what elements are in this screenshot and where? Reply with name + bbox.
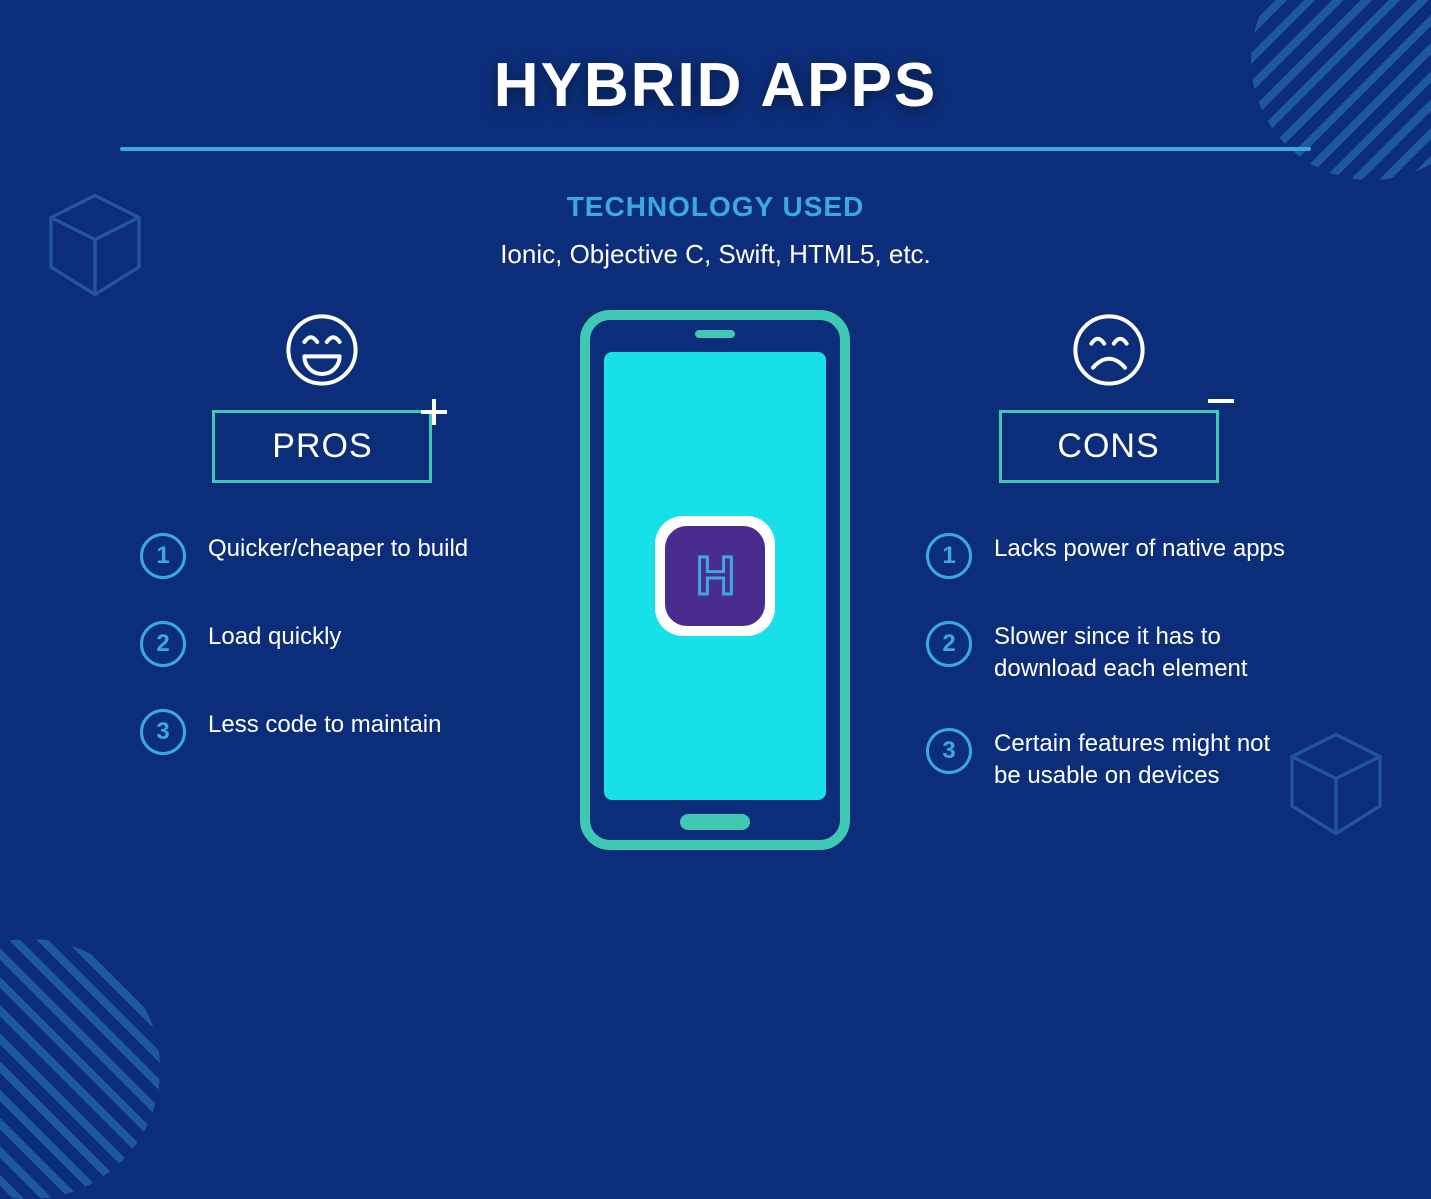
divider-line xyxy=(120,147,1311,151)
list-item: 1 Quicker/cheaper to build xyxy=(140,533,525,579)
cons-column: CONS 1 Lacks power of native apps 2 Slow… xyxy=(906,310,1311,835)
main-columns: PROS 1 Quicker/cheaper to build 2 Load q… xyxy=(0,270,1431,850)
app-icon: H xyxy=(655,516,775,636)
cons-item-text: Lacks power of native apps xyxy=(994,533,1285,565)
list-item: 3 Certain features might not be usable o… xyxy=(926,728,1311,793)
cons-item-text: Certain features might not be usable on … xyxy=(994,728,1294,793)
pros-item-text: Less code to maintain xyxy=(208,709,441,741)
pros-list: 1 Quicker/cheaper to build 2 Load quickl… xyxy=(120,533,525,755)
app-icon-inner: H xyxy=(665,526,765,626)
happy-face-icon xyxy=(282,310,362,390)
bullet-number-icon: 2 xyxy=(140,621,186,667)
list-item: 2 Slower since it has to download each e… xyxy=(926,621,1311,686)
phone-screen: H xyxy=(604,352,826,800)
phone-illustration: H xyxy=(580,310,850,850)
cube-outline-icon xyxy=(1281,729,1391,839)
list-item: 1 Lacks power of native apps xyxy=(926,533,1311,579)
bullet-number-icon: 3 xyxy=(140,709,186,755)
page-title: HYBRID APPS xyxy=(0,0,1431,121)
decoration-stripes-bottom-left xyxy=(0,939,160,1199)
decoration-stripes-top-right xyxy=(1251,0,1431,180)
pros-item-text: Quicker/cheaper to build xyxy=(208,533,468,565)
cons-label-box: CONS xyxy=(999,410,1219,483)
phone-column: H xyxy=(525,310,906,850)
sad-face-icon xyxy=(1069,310,1149,390)
app-icon-letter: H xyxy=(696,545,735,607)
phone-speaker-icon xyxy=(695,330,735,338)
pros-item-text: Load quickly xyxy=(208,621,341,653)
list-item: 2 Load quickly xyxy=(140,621,525,667)
pros-column: PROS 1 Quicker/cheaper to build 2 Load q… xyxy=(120,310,525,797)
technology-heading: TECHNOLOGY USED xyxy=(0,191,1431,223)
phone-home-button-icon xyxy=(680,814,750,830)
bullet-number-icon: 1 xyxy=(926,533,972,579)
cons-item-text: Slower since it has to download each ele… xyxy=(994,621,1294,686)
bullet-number-icon: 3 xyxy=(926,728,972,774)
pros-label-box: PROS xyxy=(212,410,432,483)
cube-outline-icon xyxy=(40,190,150,300)
bullet-number-icon: 2 xyxy=(926,621,972,667)
bullet-number-icon: 1 xyxy=(140,533,186,579)
list-item: 3 Less code to maintain xyxy=(140,709,525,755)
technology-body: Ionic, Objective C, Swift, HTML5, etc. xyxy=(0,239,1431,270)
cons-list: 1 Lacks power of native apps 2 Slower si… xyxy=(906,533,1311,793)
